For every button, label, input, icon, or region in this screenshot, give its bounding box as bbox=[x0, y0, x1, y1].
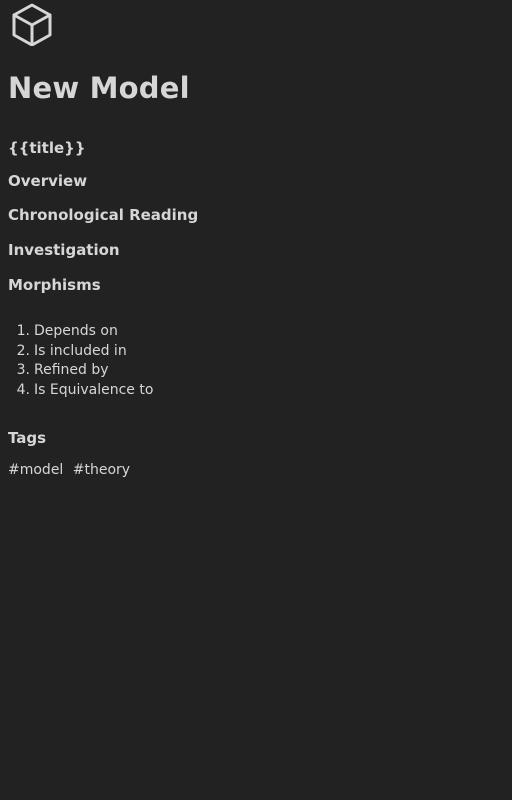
list-item-label: Depends on bbox=[34, 323, 118, 339]
morphisms-list: 1. Depends on 2. Is included in 3. Refin… bbox=[0, 322, 154, 401]
title-placeholder-heading: {{title}} bbox=[8, 139, 86, 157]
cube-icon bbox=[12, 3, 52, 46]
list-item-label: Is included in bbox=[34, 342, 127, 359]
list-item: 4. Is Equivalence to bbox=[0, 381, 154, 401]
tag-model[interactable]: #model bbox=[8, 462, 63, 478]
list-item-label: Refined by bbox=[34, 362, 109, 378]
investigation-heading: Investigation bbox=[8, 241, 120, 259]
list-item-number: 4. bbox=[16, 381, 30, 398]
tags-line: #model #theory bbox=[8, 460, 130, 480]
list-item: 3. Refined by bbox=[0, 361, 153, 381]
tag-theory[interactable]: #theory bbox=[73, 462, 130, 478]
chronological-reading-heading: Chronological Reading bbox=[8, 206, 199, 224]
list-item-number: 1. bbox=[16, 323, 30, 339]
list-item-number: 3. bbox=[16, 362, 30, 378]
list-item-number: 2. bbox=[16, 342, 30, 359]
overview-heading: Overview bbox=[8, 172, 88, 190]
page-title: New Model bbox=[8, 71, 190, 105]
list-item: 2. Is included in bbox=[0, 342, 153, 362]
morphisms-heading: Morphisms bbox=[8, 276, 101, 294]
tags-heading: Tags bbox=[8, 429, 47, 447]
list-item-label: Is Equivalence to bbox=[34, 381, 154, 398]
list-item: 1. Depends on bbox=[0, 322, 153, 342]
